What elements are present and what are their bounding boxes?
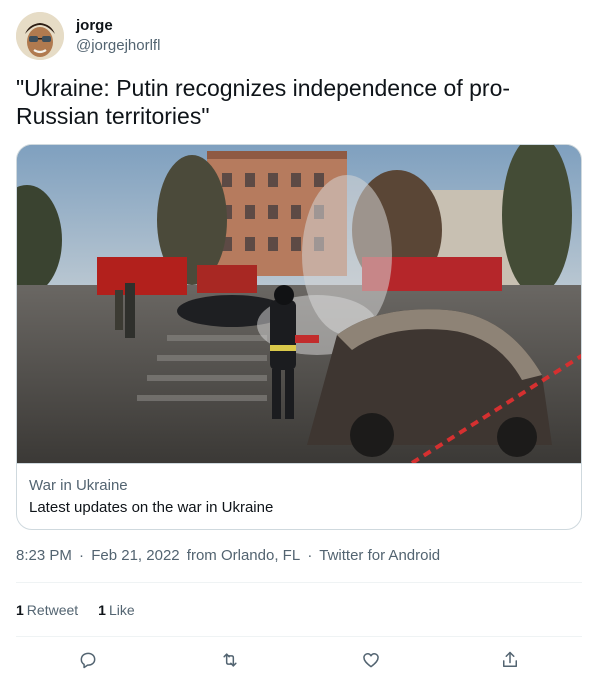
meta-separator: ·: [79, 547, 85, 564]
heart-icon: [363, 653, 379, 668]
retweet-icon: [223, 653, 237, 667]
like-stat[interactable]: 1 Like: [98, 600, 134, 620]
divider: [16, 582, 582, 583]
retweet-button[interactable]: [218, 648, 242, 672]
action-bar: [16, 646, 582, 674]
card-domain: War in Ukraine: [29, 477, 128, 494]
like-button[interactable]: [359, 648, 383, 672]
tweet-stats: 1 Retweet 1 Like: [16, 600, 155, 620]
avatar[interactable]: [16, 12, 64, 60]
link-card[interactable]: War in Ukraine Latest updates on the war…: [16, 144, 582, 530]
share-button[interactable]: [498, 648, 522, 672]
user-handle[interactable]: @jorgejhorlfl: [76, 36, 160, 56]
reply-button[interactable]: [76, 648, 100, 672]
tweet-metadata: 8:23 PM · Feb 21, 2022 from Orlando, FL …: [16, 546, 443, 566]
meta-separator: ·: [307, 547, 313, 564]
retweet-count: 1: [16, 602, 24, 618]
like-label: Like: [108, 602, 135, 618]
display-name[interactable]: jorge: [76, 16, 160, 36]
like-count: 1: [98, 602, 106, 618]
retweet-stat[interactable]: 1 Retweet: [16, 600, 78, 620]
tweet-location: from Orlando, FL: [186, 547, 301, 564]
retweet-label: Retweet: [26, 602, 79, 618]
tweet-client[interactable]: Twitter for Android: [319, 547, 440, 564]
card-image: [17, 145, 581, 463]
divider: [16, 636, 582, 637]
card-body: War in Ukraine Latest updates on the war…: [17, 463, 581, 529]
tweet-header: jorge @jorgejhorlfl: [16, 12, 160, 60]
share-icon: [503, 651, 517, 667]
tweet-text: "Ukraine: Putin recognizes independence …: [16, 75, 511, 129]
tweet-time[interactable]: 8:23 PM: [16, 547, 72, 564]
reply-icon: [80, 652, 96, 669]
card-title[interactable]: Latest updates on the war in Ukraine: [29, 498, 569, 518]
tweet-date[interactable]: Feb 21, 2022: [91, 547, 179, 564]
